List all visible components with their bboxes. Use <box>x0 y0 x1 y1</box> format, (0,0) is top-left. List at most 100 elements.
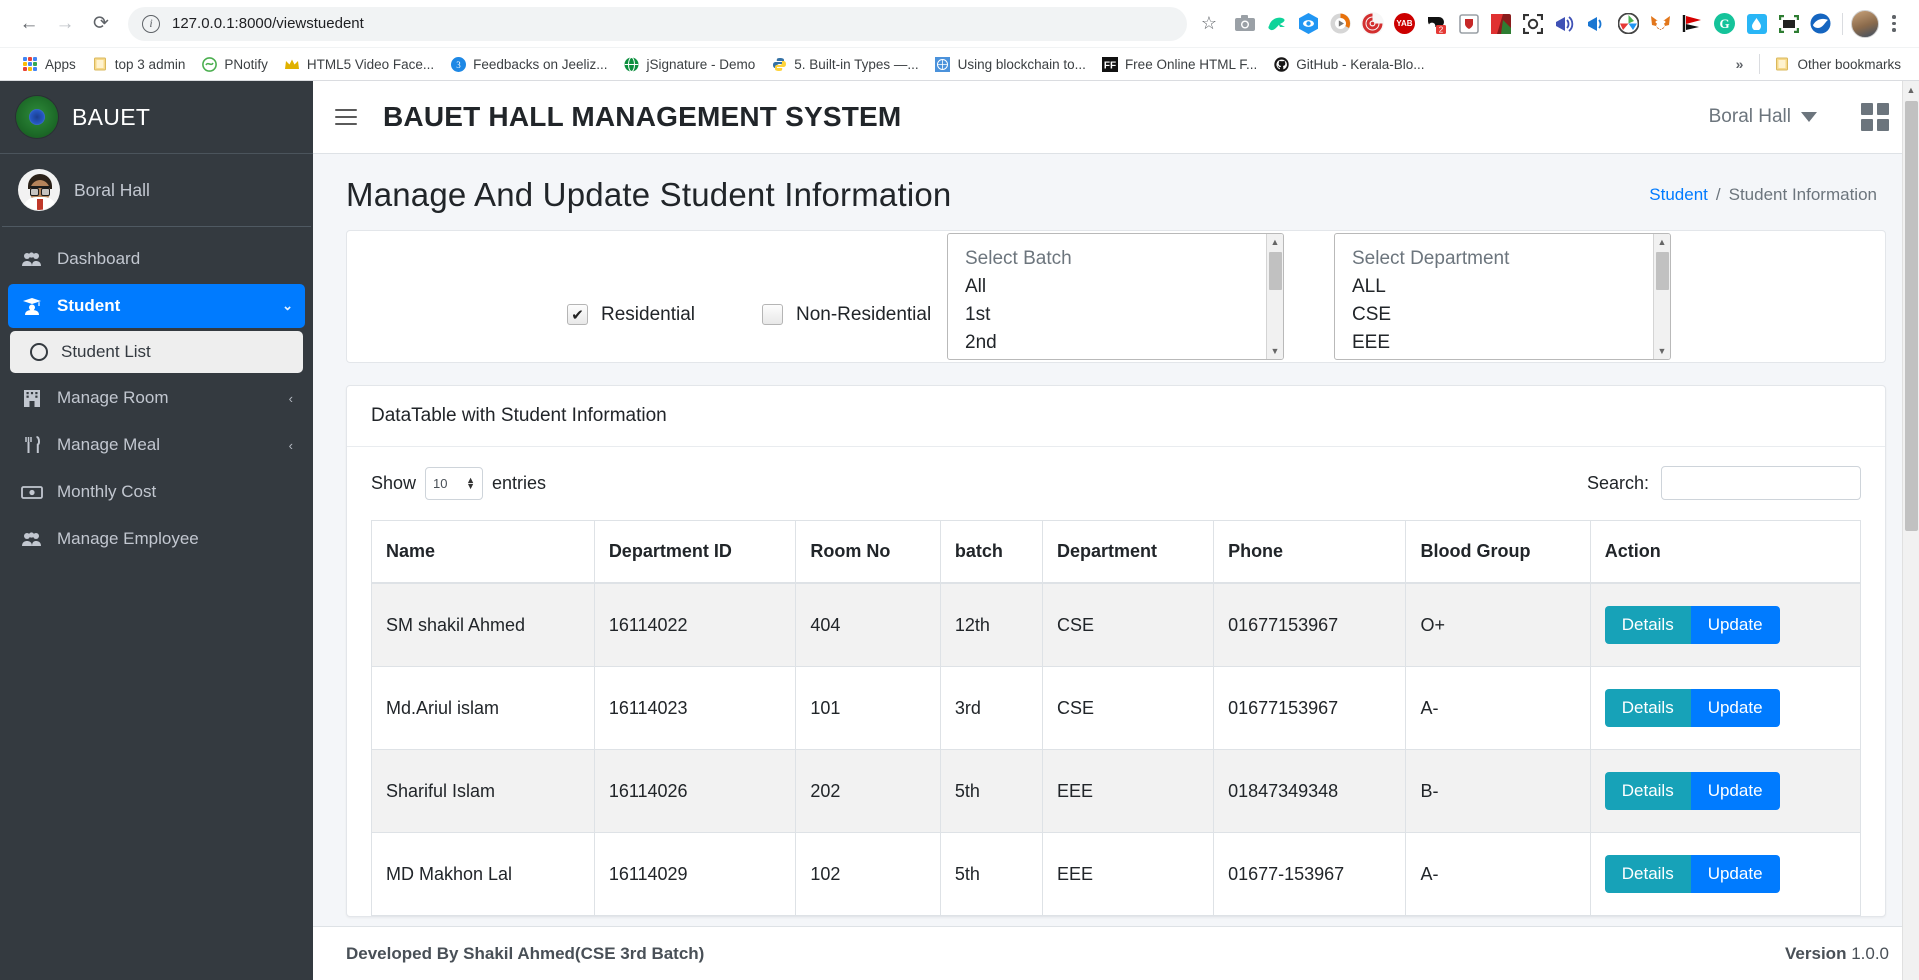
content-area: BAUET HALL MANAGEMENT SYSTEM Boral Hall … <box>313 81 1919 980</box>
sidebar-item-student-list[interactable]: Student List <box>10 331 303 373</box>
sidebar-user-panel[interactable]: Boral Hall <box>2 154 311 227</box>
bookmark-top-3-admin[interactable]: top 3 admin <box>84 53 194 75</box>
bookmark-star-icon[interactable]: ☆ <box>1195 10 1223 38</box>
aperture-extension-icon[interactable] <box>1615 10 1642 37</box>
page-scrollbar[interactable]: ▲ <box>1902 81 1919 980</box>
column-header-department[interactable]: Department <box>1042 520 1215 584</box>
department-option[interactable]: EEE <box>1352 329 1670 357</box>
bookmark-built-in-types[interactable]: 5. Built-in Types —... <box>763 53 926 75</box>
column-header-batch[interactable]: batch <box>940 520 1044 584</box>
scroll-up-icon[interactable]: ▲ <box>1658 234 1667 250</box>
sidebar-brand[interactable]: BAUET <box>0 81 313 154</box>
department-select-list[interactable]: Select Department ALL CSE EEE ▲ ▼ <box>1334 233 1671 360</box>
site-info-icon[interactable]: i <box>142 14 160 33</box>
capture-extension-icon[interactable] <box>1519 10 1546 37</box>
metamask-extension-icon[interactable] <box>1647 10 1674 37</box>
bookmarks-overflow-button[interactable]: » <box>1726 53 1754 75</box>
eye-extension-icon[interactable] <box>1295 10 1322 37</box>
column-header-phone[interactable]: Phone <box>1213 520 1407 584</box>
shield-extension-icon[interactable] <box>1455 10 1482 37</box>
hall-dropdown[interactable]: Boral Hall <box>1709 106 1817 128</box>
filter-selects: Select Batch All 1st 2nd ▲ ▼ Select Depa… <box>947 233 1671 360</box>
batch-option[interactable]: All <box>965 273 1283 301</box>
un-icon <box>935 56 951 72</box>
department-option[interactable]: CSE <box>1352 301 1670 329</box>
scrollbar-thumb[interactable] <box>1905 101 1918 531</box>
department-option[interactable]: ALL <box>1352 273 1670 301</box>
redmark-extension-icon[interactable] <box>1487 10 1514 37</box>
details-button[interactable]: Details <box>1604 689 1691 727</box>
flag-extension-icon[interactable] <box>1679 10 1706 37</box>
search-input[interactable] <box>1661 466 1861 500</box>
column-header-action[interactable]: Action <box>1590 520 1862 584</box>
hamburger-icon[interactable] <box>335 104 361 130</box>
bookmark-pnotify[interactable]: PNotify <box>193 53 276 75</box>
sidebar-item-manage-employee[interactable]: Manage Employee <box>8 517 305 561</box>
column-header-room-no[interactable]: Room No <box>795 520 941 584</box>
bookmark-github-kerala[interactable]: GitHub - Kerala-Blo... <box>1265 53 1432 75</box>
forward-button[interactable]: → <box>48 7 82 41</box>
dinosaur-extension-icon[interactable] <box>1263 10 1290 37</box>
bookmark-apps[interactable]: Apps <box>14 53 84 75</box>
update-button[interactable]: Update <box>1690 772 1780 810</box>
update-button[interactable]: Update <box>1690 606 1780 644</box>
department-select-scrollbar[interactable]: ▲ ▼ <box>1653 234 1670 359</box>
speaker-extension-icon[interactable] <box>1583 10 1610 37</box>
checkbox-non-residential[interactable]: Non-Residential <box>762 304 931 326</box>
page-length-select[interactable]: 10 ▲ ▼ <box>425 466 484 500</box>
scroll-down-icon[interactable]: ▼ <box>1271 343 1280 359</box>
frame-extension-icon[interactable] <box>1775 10 1802 37</box>
profile-avatar[interactable] <box>1851 9 1879 38</box>
batch-option[interactable]: 2nd <box>965 329 1283 357</box>
bookmark-using-blockchain[interactable]: Using blockchain to... <box>927 53 1094 75</box>
grid-icon[interactable] <box>1861 103 1889 131</box>
other-bookmarks-button[interactable]: Other bookmarks <box>1766 53 1909 75</box>
checkbox-residential[interactable]: ✔ Residential <box>567 304 695 326</box>
bookmarks-divider <box>1759 54 1761 74</box>
batch-option[interactable]: 1st <box>965 301 1283 329</box>
sidebar-item-student[interactable]: Student ⌄ <box>8 284 305 328</box>
scroll-up-icon[interactable]: ▲ <box>1271 234 1280 250</box>
scroll-up-icon[interactable]: ▲ <box>1903 81 1919 98</box>
bookmark-feedbacks-jeeliz[interactable]: 3 Feedbacks on Jeeliz... <box>442 53 615 75</box>
column-header-department-id[interactable]: Department ID <box>594 520 797 584</box>
target-extension-icon[interactable] <box>1359 10 1386 37</box>
reload-button[interactable]: ⟳ <box>84 7 118 41</box>
water-extension-icon[interactable] <box>1743 10 1770 37</box>
sidebar-item-manage-room[interactable]: Manage Room ‹ <box>8 376 305 420</box>
details-button[interactable]: Details <box>1604 772 1691 810</box>
scrollbar-thumb[interactable] <box>1269 252 1282 290</box>
sidebar-item-manage-meal[interactable]: Manage Meal ‹ <box>8 423 305 467</box>
address-bar[interactable]: i 127.0.0.1:8000/viewstuedent <box>128 6 1187 41</box>
batch-select-list[interactable]: Select Batch All 1st 2nd ▲ ▼ <box>947 233 1284 360</box>
badge-extension-icon[interactable]: 2 <box>1423 10 1450 37</box>
details-button[interactable]: Details <box>1604 855 1691 893</box>
sidebar-item-dashboard[interactable]: Dashboard <box>8 237 305 281</box>
chrome-menu-icon[interactable] <box>1881 9 1907 39</box>
column-header-blood-group[interactable]: Blood Group <box>1405 520 1591 584</box>
grammarly-extension-icon[interactable]: G <box>1711 10 1738 37</box>
checkbox-residential-box[interactable]: ✔ <box>567 304 588 325</box>
scrollbar-thumb[interactable] <box>1656 252 1669 290</box>
update-button[interactable]: Update <box>1690 689 1780 727</box>
yab-extension-icon[interactable]: YAB <box>1391 10 1418 37</box>
scroll-down-icon[interactable]: ▼ <box>1658 343 1667 359</box>
bookmark-html5-video-face[interactable]: HTML5 Video Face... <box>276 53 442 75</box>
bird-extension-icon[interactable] <box>1807 10 1834 37</box>
bookmark-label: Using blockchain to... <box>957 56 1086 72</box>
checkbox-non-residential-box[interactable] <box>762 304 783 325</box>
details-button[interactable]: Details <box>1604 606 1691 644</box>
sidebar-item-monthly-cost[interactable]: Monthly Cost <box>8 470 305 514</box>
play-extension-icon[interactable] <box>1327 10 1354 37</box>
megaphone-extension-icon[interactable] <box>1551 10 1578 37</box>
column-header-name[interactable]: Name <box>371 520 595 584</box>
bookmark-free-online-html[interactable]: FF Free Online HTML F... <box>1094 53 1265 75</box>
batch-select-scrollbar[interactable]: ▲ ▼ <box>1266 234 1283 359</box>
bookmark-jsignature-demo[interactable]: jSignature - Demo <box>615 53 763 75</box>
update-button[interactable]: Update <box>1690 855 1780 893</box>
back-button[interactable]: ← <box>12 7 46 41</box>
breadcrumb-link-student[interactable]: Student <box>1649 185 1708 205</box>
camera-extension-icon[interactable] <box>1231 10 1258 37</box>
department-option[interactable]: Select Department <box>1352 245 1670 273</box>
batch-option[interactable]: Select Batch <box>965 245 1283 273</box>
